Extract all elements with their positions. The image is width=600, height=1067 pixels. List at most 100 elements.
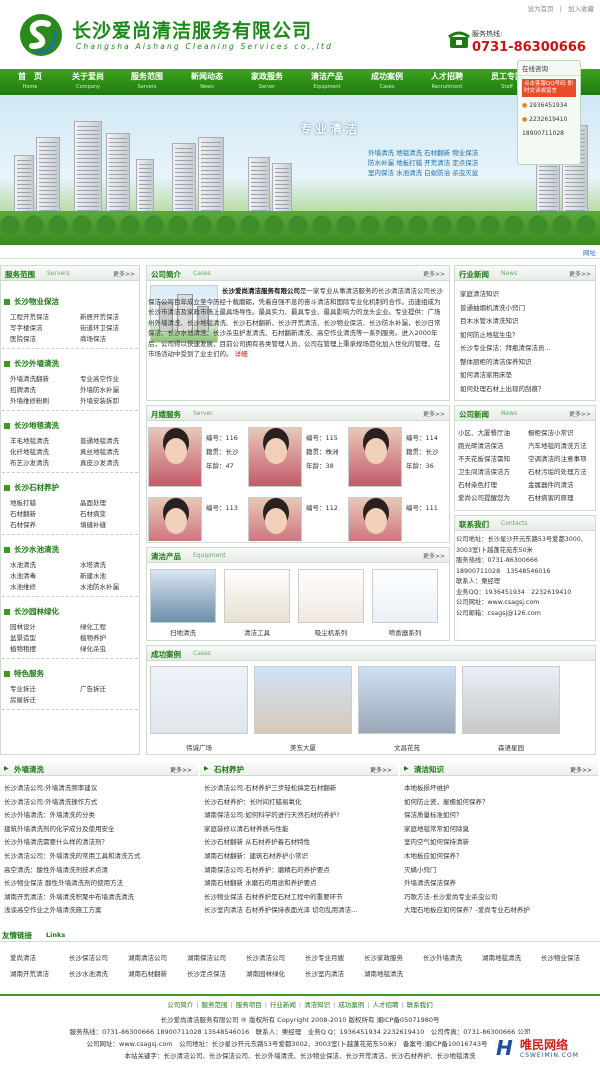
service-item[interactable]: 外墙安装拆卸 [80,395,119,405]
knowledge-item[interactable]: 灭螨小窍门 [404,864,596,874]
chat-qq-1[interactable]: ● 1936451934 [522,99,567,113]
more-link[interactable]: 更多>> [370,765,392,774]
knowledge-item[interactable]: 长沙外墙清洗需要什么样的清洁剂？ [4,836,196,846]
footer-link[interactable]: 行业新闻 [270,1001,296,1009]
footer-link[interactable]: 联系我们 [407,1001,433,1009]
service-item[interactable]: 绿化杀虫 [80,643,106,653]
knowledge-item[interactable]: 本地板损坏维护 [404,782,596,792]
company-news-item[interactable]: 汽车地毯的清洗方法 [528,440,596,450]
news-item[interactable]: 如何清洁家用床垫 [460,369,592,379]
knowledge-item[interactable]: 巧歌方法-长沙爱尚专业杀虫公司 [404,891,596,901]
more-link[interactable]: 更多>> [423,269,445,278]
company-news-item[interactable]: 石材染色打理 [458,479,526,489]
news-item[interactable]: 整体厨柜的清洁保养知识 [460,356,592,366]
chat-banner[interactable]: 点击客服QQ号码 即时交谈或留言 [522,79,576,97]
knowledge-item[interactable]: 如何防止瓷，屋檐如何保养？ [404,796,596,806]
equipment-caption[interactable]: 清洁工具 [224,627,290,637]
knowledge-item[interactable]: 大理石地板应如何保养？-爱尚专业石材养护 [404,904,596,914]
knowledge-item[interactable]: 长沙物业保洁 酸性外墙清洗剂的使用方法 [4,877,196,887]
knowledge-item[interactable]: 湖南保洁公司:石材养护：磨精石的养护要点 [204,864,396,874]
case-image[interactable] [358,666,456,734]
more-link[interactable]: 更多>> [423,551,445,560]
company-news-item[interactable]: 小区、大厦餐厅油 [458,427,526,437]
service-item[interactable]: 填缝补缝 [80,519,106,529]
footer-link[interactable]: 公司简介 [167,1001,193,1009]
intro-detail-link[interactable]: 详细 [235,350,248,358]
service-item[interactable]: 水池维修 [10,581,36,591]
service-item[interactable]: 植物租摆 [10,643,36,653]
company-news-item[interactable]: 爱尚公司提醒您为 [458,492,526,502]
case-image[interactable] [150,666,248,734]
service-item[interactable]: 羊毛地毯清洗 [10,435,49,445]
company-news-item[interactable]: 橱柜保洁小常识 [528,427,596,437]
service-item[interactable]: 植物养护 [80,632,106,642]
service-item[interactable]: 水池清洗 [10,559,36,569]
knowledge-item[interactable]: 建筑外墙清洗剂的化学成分及使用安全 [4,823,196,833]
knowledge-item[interactable]: 湖南保洁公司:如何科学的进行天然石材的养护? [204,809,396,819]
company-news-item[interactable]: 金属器件的清洁 [528,479,596,489]
service-item[interactable]: 水池清毒 [10,570,36,580]
friend-link[interactable]: 长沙外墙清洗 [423,952,462,962]
friend-link[interactable]: 湖南保洁公司 [187,952,226,962]
nav-home[interactable]: 首 页 Home [0,71,60,90]
knowledge-item[interactable]: 长沙石材养护：长时间打蜡易氧化 [204,796,396,806]
chat-qq-2[interactable]: ● 2232619410 [522,113,567,127]
knowledge-item[interactable]: 木地板应如何保养？ [404,850,596,860]
service-item[interactable]: 盆景造型 [10,632,36,642]
site-url-link[interactable]: 网址 [583,247,596,257]
service-item[interactable]: 化纤地毯清洗 [10,446,49,456]
service-item[interactable]: 房屋拆迁 [10,694,36,704]
nanny-photo[interactable] [248,427,302,487]
knowledge-item[interactable]: 高空清洗：酸性外墙清洗剂技术点清 [4,864,196,874]
service-category[interactable]: 长沙水池清洗 [4,544,59,555]
service-category[interactable]: 长沙石材养护 [4,482,59,493]
company-news-item[interactable]: 石材污垢的处理方法 [528,466,596,476]
nav-equipment[interactable]: 清洁产品 Equipment [297,71,357,90]
friend-link[interactable]: 长沙室内清洁 [305,968,344,978]
service-category[interactable]: 长沙园林绿化 [4,606,59,617]
service-item[interactable]: 新居开荒保洁 [80,311,119,321]
nav-server[interactable]: 家政服务 Server [237,71,297,90]
nanny-photo[interactable] [148,497,202,541]
more-link[interactable]: 更多>> [423,409,445,418]
service-item[interactable]: 街道环卫保洁 [80,322,119,332]
nanny-photo[interactable] [348,497,402,541]
knowledge-item[interactable]: 长沙清洁公司:外墙清洗操作方式 [4,796,196,806]
service-category[interactable]: 特色服务 [4,668,44,679]
service-item[interactable]: 园林设计 [10,621,36,631]
equipment-image[interactable] [298,569,364,623]
friend-link[interactable]: 湖南地毯清洗 [364,968,403,978]
more-link[interactable]: 更多>> [113,269,135,278]
service-item[interactable]: 水池防水补漏 [80,581,119,591]
knowledge-item[interactable]: 保洁质量标准如何？ [404,809,596,819]
knowledge-item[interactable]: 长沙室内清洁 石材养护保持表面光泽 切勿乱用清洁... [204,904,396,914]
service-item[interactable]: 新建水池 [80,570,106,580]
service-item[interactable]: 真丝地毯清洗 [80,446,119,456]
knowledge-item[interactable]: 长沙物业保洁 石材养护是石材工程中的重要环节 [204,891,396,901]
service-item[interactable]: 外墙清洗翻新 [10,373,49,383]
service-item[interactable]: 绿化工程 [80,621,106,631]
knowledge-item[interactable]: 家庭地毯常常如何除臭 [404,823,596,833]
case-caption[interactable]: 文昌花苑 [358,742,456,752]
more-link[interactable]: 更多>> [170,765,192,774]
knowledge-item[interactable]: 长沙清洁公司:外墙清洗频率建议 [4,782,196,792]
add-favorite-link[interactable]: 加入收藏 [568,5,594,13]
service-item[interactable]: 真皮沙发清洗 [80,457,119,467]
footer-link[interactable]: 清洁知识 [304,1001,330,1009]
knowledge-item[interactable]: 室内空气如何保持清新 [404,836,596,846]
equipment-image[interactable] [150,569,216,623]
news-item[interactable]: 长沙专业保洁：拜瓶清保洁员... [460,342,592,352]
company-news-item[interactable]: 石材病害的原理 [528,492,596,502]
knowledge-item[interactable]: 浅谈高空作业之外墙清洗施工方案 [4,904,196,914]
knowledge-item[interactable]: 家庭装修以清石材养质与性能 [204,823,396,833]
service-item[interactable]: 专业高空作业 [80,373,119,383]
case-image[interactable] [462,666,560,734]
equipment-image[interactable] [372,569,438,623]
company-news-item[interactable]: 不天花板保洁需知 [458,453,526,463]
friend-link[interactable]: 湖南石材翻新 [128,968,167,978]
company-news-item[interactable]: 跑光砖清洁保洁 [458,440,526,450]
footer-link[interactable]: 服务项目 [236,1001,262,1009]
knowledge-item[interactable]: 长沙清洁公司:石材养护三步轻松搞定石材翻新 [204,782,396,792]
online-chat-widget[interactable]: 在线咨询 点击客服QQ号码 即时交谈或留言 ● 1936451934 ● 223… [517,60,581,165]
case-image[interactable] [254,666,352,734]
